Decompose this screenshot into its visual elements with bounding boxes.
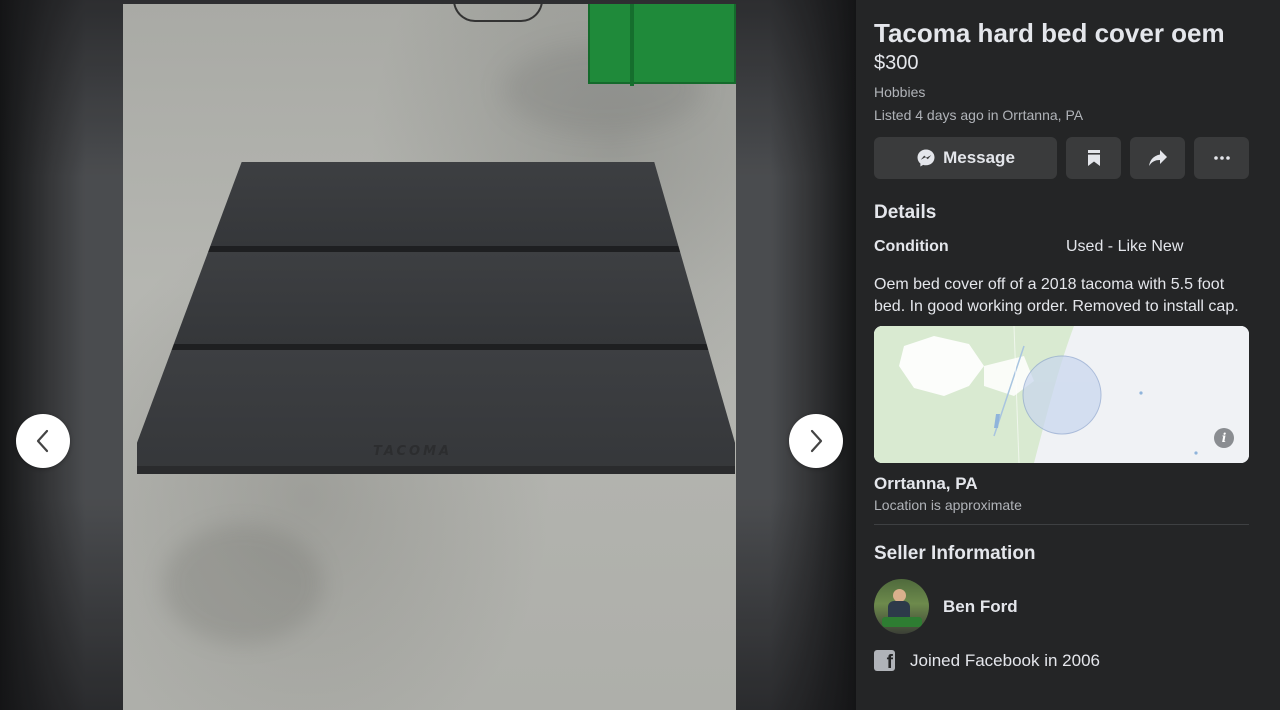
map-graphic <box>874 326 1249 463</box>
info-icon[interactable]: i <box>1214 428 1234 448</box>
save-button[interactable] <box>1066 137 1121 179</box>
listing-category[interactable]: Hobbies <box>874 83 1249 101</box>
location-note: Location is approximate <box>874 497 1022 513</box>
listing-description: Oem bed cover off of a 2018 tacoma with … <box>874 276 1239 315</box>
share-button[interactable] <box>1130 137 1185 179</box>
messenger-icon <box>917 149 935 167</box>
listing-listed-info: Listed 4 days ago in Orrtanna, PA <box>874 107 1084 123</box>
seller-profile[interactable]: Ben Ford <box>874 579 1249 634</box>
message-button[interactable]: Message <box>874 137 1057 179</box>
location-name: Orrtanna, PA <box>874 474 978 493</box>
joined-text: Joined Facebook in 2006 <box>910 650 1100 670</box>
listing-actions: Message <box>874 137 1249 179</box>
seller-name[interactable]: Ben Ford <box>943 597 1018 617</box>
listing-sidebar: Tacoma hard bed cover oem $300 Hobbies L… <box>856 0 1280 710</box>
hose-in-photo <box>453 4 543 22</box>
more-options-button[interactable] <box>1194 137 1249 179</box>
next-photo-button[interactable] <box>789 414 843 468</box>
green-bin-in-photo <box>588 4 736 86</box>
listing-price: $300 <box>874 52 919 74</box>
marketplace-listing: TACOMA Tacoma hard bed cover oem $300 Ho… <box>0 0 1280 710</box>
details-heading: Details <box>874 202 937 223</box>
joined-info: f Joined Facebook in 2006 <box>874 650 1249 671</box>
condition-label: Condition <box>874 238 949 255</box>
facebook-icon: f <box>874 650 895 671</box>
bed-cover-in-photo: TACOMA <box>137 162 735 474</box>
share-icon <box>1148 150 1167 166</box>
location-map[interactable]: i <box>874 326 1249 463</box>
condition-value: Used - Like New <box>1066 238 1184 255</box>
bookmark-icon <box>1087 150 1100 166</box>
listing-title: Tacoma hard bed cover oem <box>874 18 1225 48</box>
more-icon <box>1213 156 1230 160</box>
chevron-right-icon <box>810 429 823 453</box>
listing-photo: TACOMA <box>123 4 736 710</box>
message-button-label: Message <box>943 148 1015 167</box>
condition-row: Condition Used - Like New <box>874 237 1249 257</box>
chevron-left-icon <box>36 429 49 453</box>
section-divider <box>874 524 1249 525</box>
previous-photo-button[interactable] <box>16 414 70 468</box>
media-viewer: TACOMA <box>0 0 856 710</box>
seller-heading: Seller Information <box>874 543 1036 564</box>
avatar[interactable] <box>874 579 929 634</box>
photo-brand-text: TACOMA <box>373 444 453 459</box>
